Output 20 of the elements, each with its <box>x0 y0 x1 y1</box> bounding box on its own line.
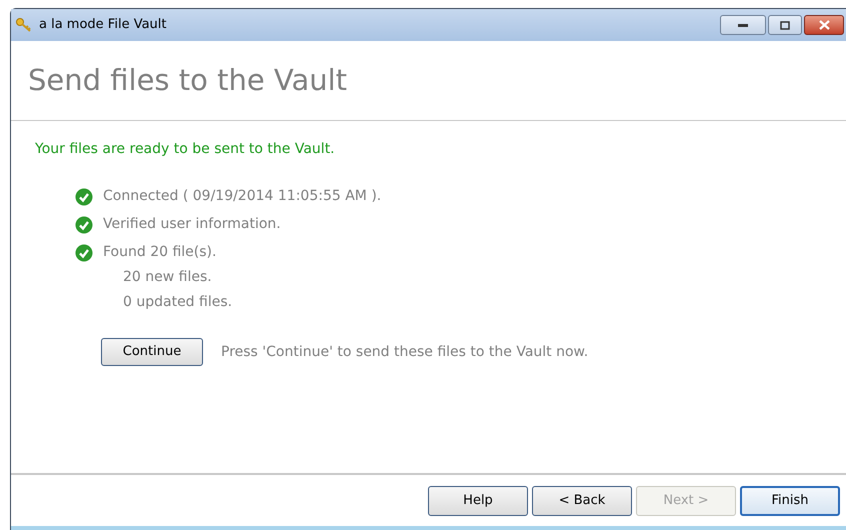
maximize-button[interactable] <box>768 15 802 35</box>
page-heading: Send files to the Vault <box>28 62 348 99</box>
wizard-button[interactable]: < Back <box>532 486 632 516</box>
key-icon <box>15 17 33 33</box>
wizard-button[interactable]: Finish <box>740 486 840 516</box>
maximize-icon <box>780 20 790 30</box>
step-text: Found 20 file(s). <box>103 243 216 262</box>
close-icon <box>818 20 830 30</box>
wizard-button[interactable]: Help <box>428 486 528 516</box>
minimize-icon <box>738 23 748 27</box>
step-text: Verified user information. <box>103 215 281 234</box>
continue-hint: Press 'Continue' to send these files to the Vault now. <box>221 342 588 362</box>
status-message: Your files are ready to be sent to the Vault. <box>35 140 336 159</box>
window-title: a la mode File Vault <box>39 16 166 34</box>
step-detail: 20 new files. <box>123 268 213 287</box>
continue-button[interactable]: Continue <box>101 338 203 366</box>
step-text: Connected ( 09/19/2014 11:05:55 AM ). <box>103 187 382 206</box>
step-detail: 0 updated files. <box>123 293 234 312</box>
close-button[interactable] <box>804 15 844 35</box>
minimize-button[interactable] <box>720 15 766 35</box>
